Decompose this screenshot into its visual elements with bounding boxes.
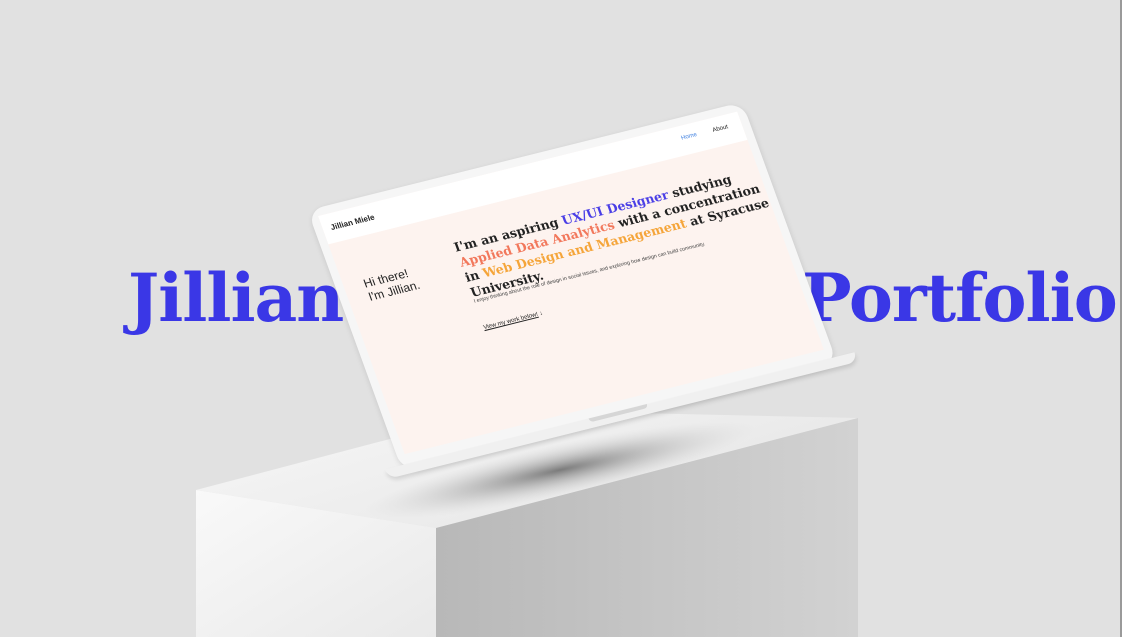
view-work-link[interactable]: View my work below!↓ (483, 311, 544, 331)
greeting: Hi there! I'm Jillian. (361, 265, 421, 303)
view-work-label[interactable]: View my work below! (483, 312, 539, 331)
site-brand[interactable]: Jillian Miele (329, 213, 376, 232)
nav-home-link[interactable]: Home (680, 132, 698, 142)
down-arrow-icon: ↓ (538, 310, 544, 318)
nav-about-link[interactable]: About (712, 124, 729, 133)
